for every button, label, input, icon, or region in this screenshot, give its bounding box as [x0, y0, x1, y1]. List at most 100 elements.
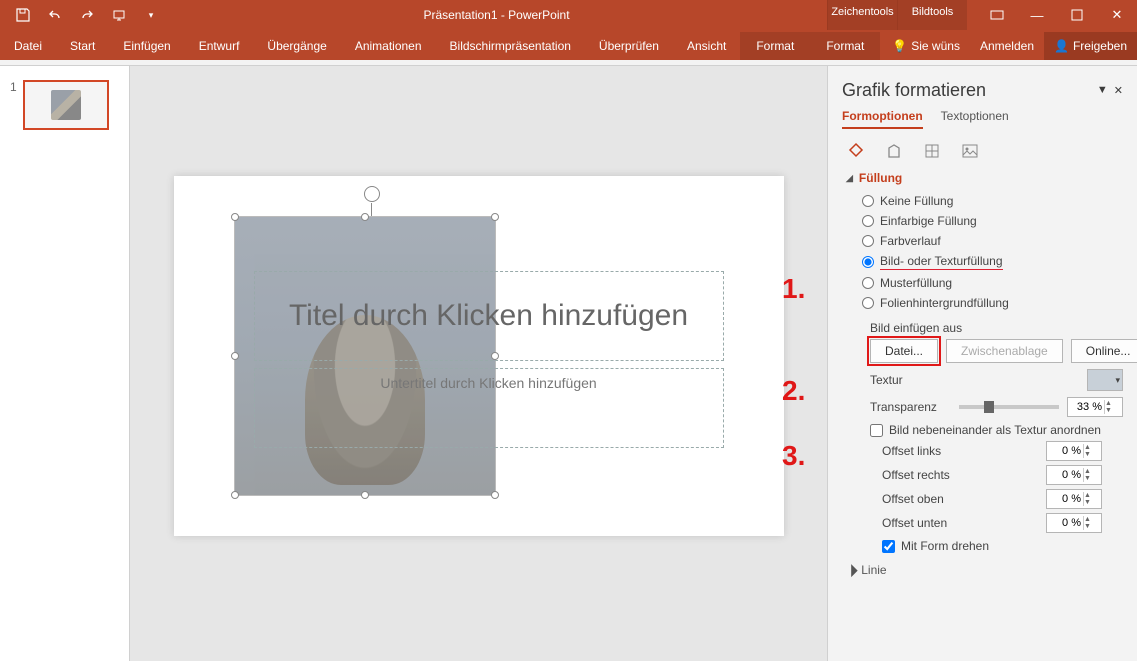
ribbon-display-icon[interactable]: [977, 0, 1017, 30]
fill-pattern[interactable]: Musterfüllung: [862, 273, 1123, 293]
transparency-slider[interactable]: [959, 405, 1059, 409]
offset-bottom-row: Offset unten ▲▼: [882, 513, 1102, 533]
resize-handle[interactable]: [361, 213, 369, 221]
picture-icon[interactable]: [960, 141, 980, 161]
thumbnail-image-icon: [51, 90, 81, 120]
subtitle-placeholder[interactable]: Untertitel durch Klicken hinzufügen: [254, 368, 724, 448]
rotate-handle-icon[interactable]: [364, 186, 380, 202]
offset-bottom-input[interactable]: [1047, 517, 1083, 529]
pane-options-icon[interactable]: ▼: [1097, 84, 1108, 97]
insert-from-file-button[interactable]: Datei...: [870, 339, 938, 363]
resize-handle[interactable]: [491, 213, 499, 221]
transparency-input[interactable]: [1068, 401, 1104, 413]
offset-top-input[interactable]: [1047, 493, 1083, 505]
thumbnail-preview[interactable]: [23, 80, 109, 130]
pane-title: Grafik formatieren: [842, 80, 986, 101]
tab-slideshow[interactable]: Bildschirmpräsentation: [436, 32, 585, 60]
offset-bottom-label: Offset unten: [882, 516, 947, 530]
resize-handle[interactable]: [231, 213, 239, 221]
offset-left-input[interactable]: [1047, 445, 1083, 457]
picture-tools-label: Bildtools: [897, 0, 967, 30]
fill-gradient-label: Farbverlauf: [880, 234, 941, 248]
tab-view[interactable]: Ansicht: [673, 32, 740, 60]
pane-close-icon[interactable]: ✕: [1114, 84, 1123, 97]
offset-right-input[interactable]: [1047, 469, 1083, 481]
tile-checkbox[interactable]: [870, 424, 883, 437]
slider-thumb-icon[interactable]: [984, 401, 994, 413]
insert-picture-from-label: Bild einfügen aus: [870, 321, 1123, 335]
fill-none-label: Keine Füllung: [880, 194, 953, 208]
expand-triangle-icon: ◢: [842, 562, 858, 578]
share-button[interactable]: 👤Freigeben: [1044, 32, 1137, 60]
rotate-with-shape-row[interactable]: Mit Form drehen: [882, 539, 1123, 553]
offset-top-row: Offset oben ▲▼: [882, 489, 1102, 509]
save-icon[interactable]: [8, 1, 38, 29]
tab-design[interactable]: Entwurf: [185, 32, 254, 60]
thumbnail-1[interactable]: 1: [10, 80, 119, 130]
ribbon-tabs: Datei Start Einfügen Entwurf Übergänge A…: [0, 30, 1137, 60]
resize-handle[interactable]: [491, 491, 499, 499]
line-section-header[interactable]: ◢Linie: [846, 563, 1123, 577]
fill-line-icon[interactable]: [846, 141, 866, 161]
texture-picker-button[interactable]: ▾: [1087, 369, 1123, 391]
size-properties-icon[interactable]: [922, 141, 942, 161]
tab-review[interactable]: Überprüfen: [585, 32, 673, 60]
fill-none[interactable]: Keine Füllung: [862, 191, 1123, 211]
transparency-row: Transparenz ▲▼: [870, 397, 1123, 417]
offset-left-spinner[interactable]: ▲▼: [1046, 441, 1102, 461]
line-section-label: Linie: [861, 563, 886, 577]
spinner-down-icon[interactable]: ▼: [1105, 407, 1120, 414]
resize-handle[interactable]: [231, 491, 239, 499]
tile-checkbox-row[interactable]: Bild nebeneinander als Textur anordnen: [870, 423, 1123, 437]
insert-from-online-button[interactable]: Online...: [1071, 339, 1137, 363]
offset-left-row: Offset links ▲▼: [882, 441, 1102, 461]
texture-label: Textur: [870, 373, 1079, 387]
insert-picture-buttons: Datei... Zwischenablage Online...: [870, 339, 1123, 363]
redo-icon[interactable]: [72, 1, 102, 29]
tab-text-options[interactable]: Textoptionen: [941, 105, 1009, 129]
title-bar: ▾ Präsentation1 - PowerPoint Zeichentool…: [0, 0, 1137, 30]
title-placeholder[interactable]: Titel durch Klicken hinzufügen: [254, 271, 724, 361]
file-tab[interactable]: Datei: [0, 32, 56, 60]
rotate-with-shape-label: Mit Form drehen: [901, 539, 989, 553]
offset-right-spinner[interactable]: ▲▼: [1046, 465, 1102, 485]
share-icon: 👤: [1054, 39, 1069, 53]
maximize-icon[interactable]: [1057, 0, 1097, 30]
fill-section-label: Füllung: [859, 171, 902, 185]
effects-icon[interactable]: [884, 141, 904, 161]
collapse-triangle-icon: ◢: [846, 173, 853, 184]
transparency-spinner[interactable]: ▲▼: [1067, 397, 1123, 417]
resize-handle[interactable]: [361, 491, 369, 499]
minimize-icon[interactable]: —: [1017, 0, 1057, 30]
offset-bottom-spinner[interactable]: ▲▼: [1046, 513, 1102, 533]
tab-shape-options[interactable]: Formoptionen: [842, 105, 923, 129]
offset-top-spinner[interactable]: ▲▼: [1046, 489, 1102, 509]
tell-me-button[interactable]: 💡Sie wüns: [882, 32, 970, 60]
tab-transitions[interactable]: Übergänge: [253, 32, 340, 60]
qat-more-icon[interactable]: ▾: [136, 1, 166, 29]
rotate-with-shape-checkbox[interactable]: [882, 540, 895, 553]
sign-in-button[interactable]: Anmelden: [970, 32, 1044, 60]
fill-gradient[interactable]: Farbverlauf: [862, 231, 1123, 251]
fill-section-header[interactable]: ◢ Füllung: [846, 171, 1123, 185]
tab-start[interactable]: Start: [56, 32, 109, 60]
fill-solid-label: Einfarbige Füllung: [880, 214, 977, 228]
fill-options: Keine Füllung Einfarbige Füllung Farbver…: [862, 191, 1123, 313]
tab-format-picture[interactable]: Format: [810, 32, 880, 60]
contextual-tool-tabs: Zeichentools Bildtools: [827, 0, 967, 30]
annotation-1: 1.: [782, 273, 805, 305]
slide[interactable]: Titel durch Klicken hinzufügen Untertite…: [174, 176, 784, 536]
start-slideshow-icon[interactable]: [104, 1, 134, 29]
tab-animations[interactable]: Animationen: [341, 32, 436, 60]
spinner-up-icon[interactable]: ▲: [1105, 400, 1120, 407]
fill-solid[interactable]: Einfarbige Füllung: [862, 211, 1123, 231]
close-icon[interactable]: ✕: [1097, 0, 1137, 30]
tab-format-drawing[interactable]: Format: [740, 32, 810, 60]
resize-handle[interactable]: [231, 352, 239, 360]
undo-icon[interactable]: [40, 1, 70, 29]
fill-slide-background[interactable]: Folienhintergrundfüllung: [862, 293, 1123, 313]
format-picture-pane: Grafik formatieren ▼ ✕ Formoptionen Text…: [827, 66, 1137, 661]
tab-insert[interactable]: Einfügen: [109, 32, 184, 60]
drawing-tools-label: Zeichentools: [827, 0, 897, 30]
fill-picture-texture[interactable]: Bild- oder Texturfüllung: [862, 251, 1123, 273]
